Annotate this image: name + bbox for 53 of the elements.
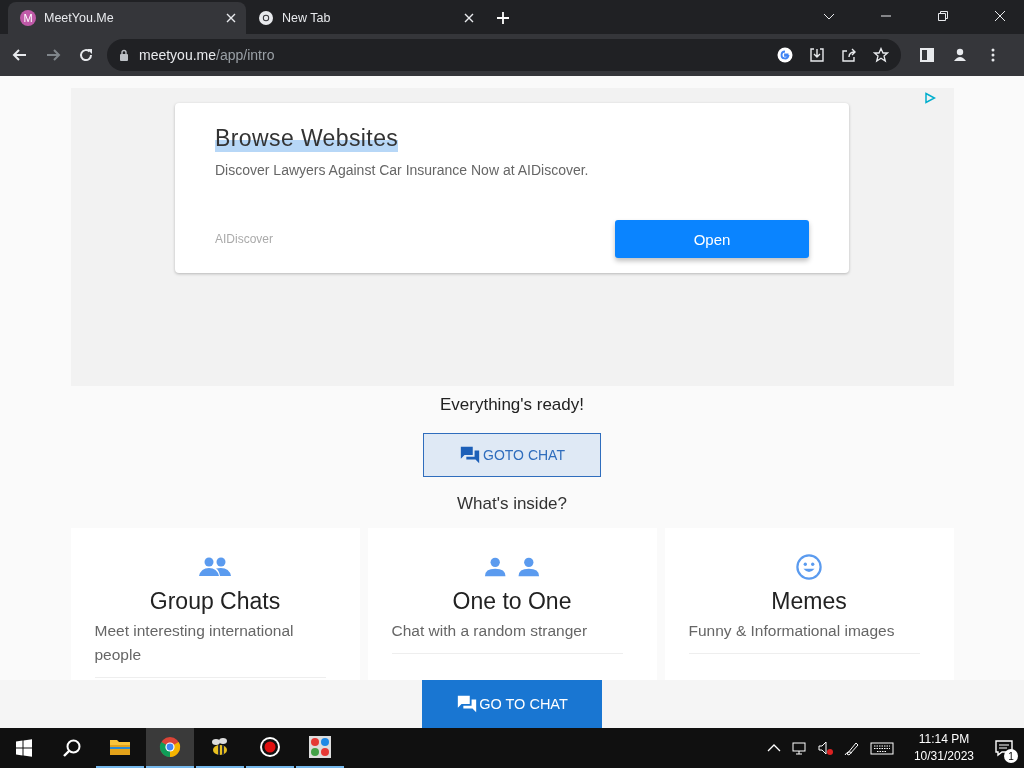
clock-date: 10/31/2023 (913, 748, 974, 765)
notification-count: 1 (1004, 749, 1018, 763)
install-icon[interactable] (809, 47, 825, 63)
muted-speaker-icon[interactable] (817, 740, 834, 756)
profile-icon[interactable] (952, 47, 968, 63)
tab-title: New Tab (282, 11, 332, 25)
restore-icon[interactable] (937, 10, 949, 22)
chrome-icon (258, 10, 274, 26)
ad-text: Discover Lawyers Against Car Insurance Now at AIDiscover. (215, 162, 590, 178)
app-grid-icon (308, 735, 332, 759)
search-icon[interactable] (62, 738, 82, 758)
back-icon[interactable] (12, 47, 28, 63)
go-to-chat-button[interactable]: GO TO CHAT (422, 680, 602, 728)
chrome-icon (158, 735, 182, 759)
status-text: Everything's ready! (439, 395, 584, 416)
pen-icon[interactable] (843, 740, 860, 756)
close-icon[interactable] (994, 10, 1006, 22)
share-icon[interactable] (841, 47, 857, 63)
reload-icon[interactable] (78, 47, 94, 63)
google-icon[interactable] (777, 47, 793, 63)
notifications-button[interactable]: 1 (984, 728, 1024, 768)
feature-title: Group Chats (149, 588, 281, 615)
taskbar-app[interactable] (146, 728, 194, 768)
advertiser-name: AIDiscover (215, 232, 273, 246)
start-icon[interactable] (14, 738, 34, 758)
record-icon (258, 735, 282, 759)
feature-description: Meet interesting international people (94, 621, 295, 665)
feature-description: Chat with a random stranger (391, 621, 589, 641)
feature-title: One to One (452, 588, 572, 615)
browser-tab[interactable]: M MeetYou.Me (8, 2, 246, 34)
address-field[interactable]: meetyou.me/app/intro (107, 39, 901, 71)
feature-title: Memes (771, 588, 847, 615)
lock-icon (119, 49, 129, 61)
chat-icon (456, 693, 479, 715)
keyboard-icon[interactable] (869, 740, 894, 756)
open-button[interactable]: Open (615, 220, 809, 258)
forward-icon[interactable] (45, 47, 61, 63)
goto-chat-button[interactable]: GOTO CHAT (423, 433, 601, 477)
close-icon[interactable] (226, 13, 236, 23)
close-icon[interactable] (464, 13, 474, 23)
star-icon[interactable] (873, 47, 889, 63)
browser-tab[interactable]: New Tab (246, 2, 484, 34)
side-panel-icon[interactable] (919, 47, 935, 63)
network-icon[interactable] (791, 740, 808, 756)
url-text: meetyou.me/app/intro (139, 47, 275, 63)
clock-time: 11:14 PM (918, 731, 970, 748)
section-title: What's inside? (457, 494, 567, 514)
feature-description: Funny & Informational images (688, 621, 896, 641)
ad-title[interactable]: Browse Websites (215, 125, 399, 152)
tab-title: MeetYou.Me (44, 11, 115, 25)
new-tab-icon[interactable] (496, 11, 510, 25)
site-favicon: M (20, 10, 36, 26)
notification-icon (994, 738, 1014, 758)
